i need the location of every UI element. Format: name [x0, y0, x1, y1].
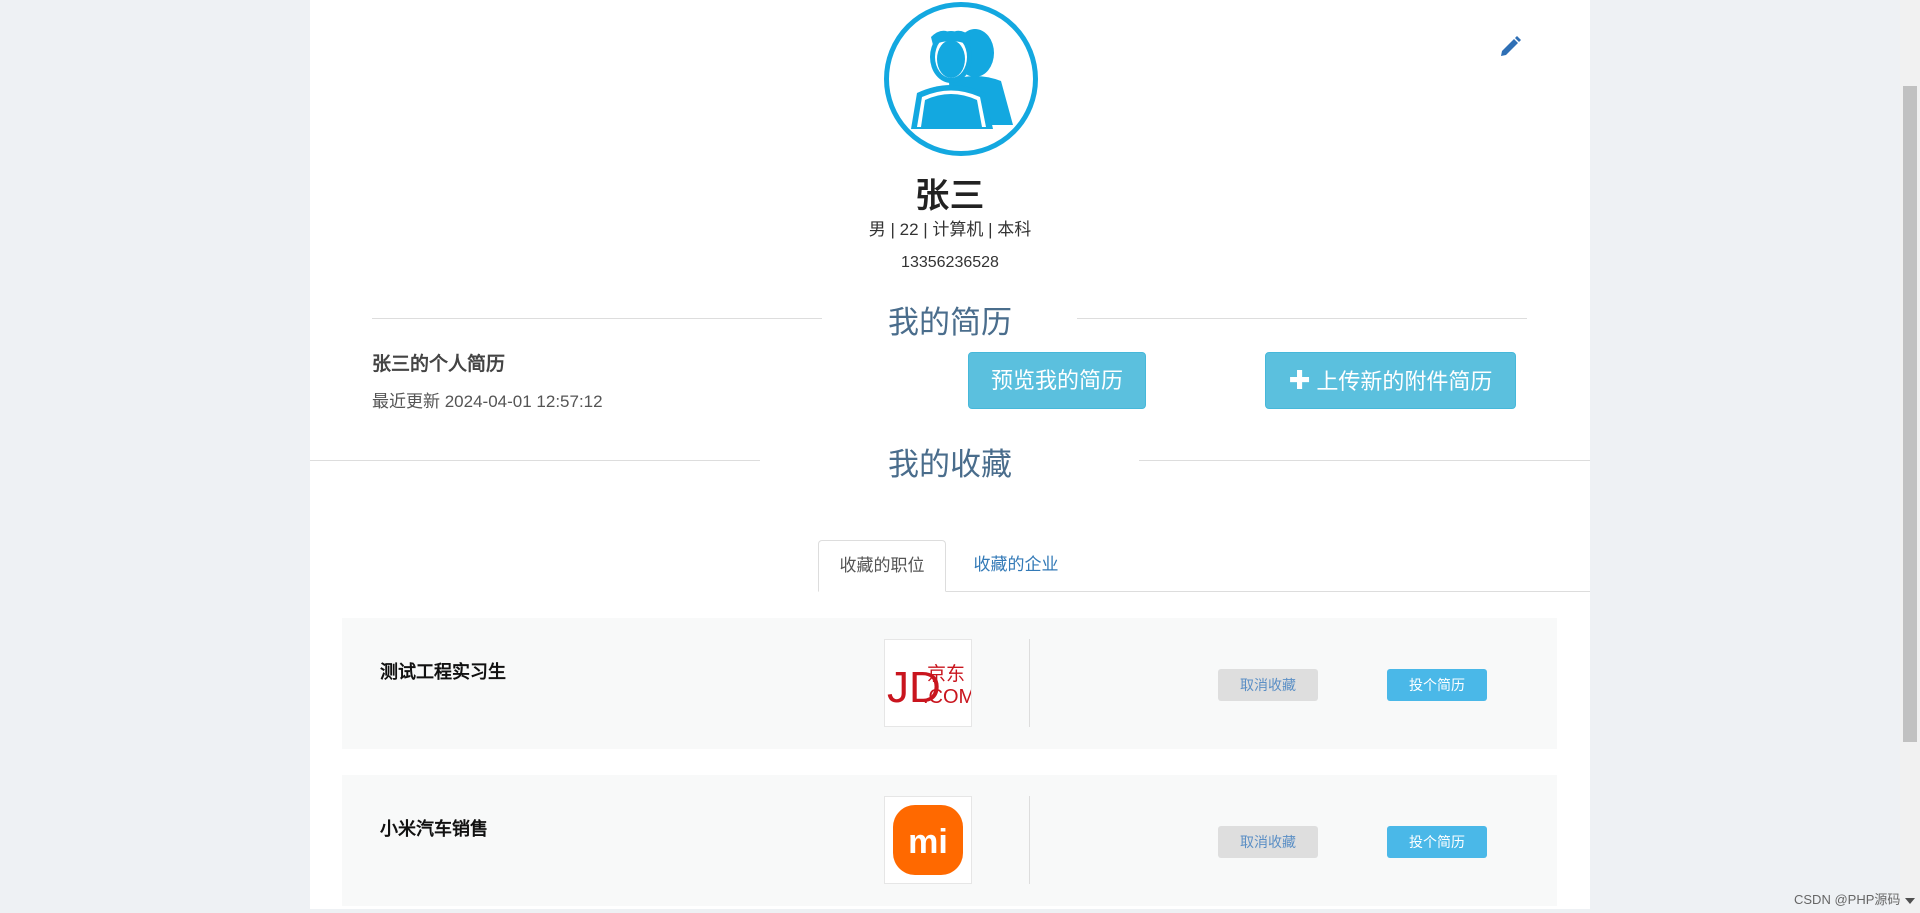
- profile-name: 张三: [915, 177, 985, 215]
- avatar: [884, 2, 1038, 156]
- resume-name: 张三的个人简历: [372, 354, 506, 375]
- profile-meta: 男 | 22 | 计算机 | 本科: [868, 220, 1032, 239]
- pencil-icon[interactable]: [1497, 34, 1523, 60]
- logo-text: 京东: [927, 663, 965, 685]
- logo-text: mi: [908, 823, 948, 861]
- tab-saved-companies[interactable]: 收藏的企业: [950, 540, 1082, 592]
- resume-updated-time: 最近更新 2024-04-01 12:57:12: [372, 392, 603, 411]
- xiaomi-logo[interactable]: mi: [884, 796, 972, 884]
- apply-resume-button[interactable]: 投个简历: [1387, 826, 1487, 858]
- watermark: CSDN @PHP源码: [1794, 892, 1901, 907]
- profile-page: 张三 男 | 22 | 计算机 | 本科 13356236528 我的简历 张三…: [310, 0, 1590, 909]
- job-title[interactable]: 测试工程实习生: [380, 658, 506, 684]
- scrollbar-thumb[interactable]: [1903, 86, 1917, 742]
- tab-saved-jobs[interactable]: 收藏的职位: [818, 540, 946, 592]
- scroll-down-arrow-icon[interactable]: [1905, 898, 1915, 904]
- saved-job-card: 测试工程实习生 JD 京东 .COM: [342, 618, 1557, 749]
- upload-resume-button[interactable]: ✚ 上传新的附件简历: [1265, 352, 1516, 409]
- job-title[interactable]: 小米汽车销售: [380, 815, 488, 841]
- upload-resume-label: 上传新的附件简历: [1316, 369, 1493, 394]
- jd-logo[interactable]: JD 京东 .COM: [884, 639, 975, 727]
- profile-phone: 13356236528: [901, 254, 999, 271]
- cancel-favorite-button[interactable]: 取消收藏: [1218, 826, 1318, 858]
- favorites-section-title: 我的收藏: [888, 447, 1012, 482]
- preview-resume-button[interactable]: 预览我的简历: [968, 352, 1146, 409]
- plus-icon: ✚: [1288, 365, 1311, 395]
- vertical-divider: [1029, 796, 1030, 884]
- vertical-divider: [1029, 639, 1030, 727]
- saved-job-card: 小米汽车销售 mi: [342, 775, 1557, 906]
- logo-text: .COM: [923, 686, 971, 708]
- cancel-favorite-button[interactable]: 取消收藏: [1218, 669, 1318, 701]
- resume-section-title: 我的简历: [888, 305, 1012, 340]
- apply-resume-button[interactable]: 投个简历: [1387, 669, 1487, 701]
- user-group-icon: [911, 29, 1013, 129]
